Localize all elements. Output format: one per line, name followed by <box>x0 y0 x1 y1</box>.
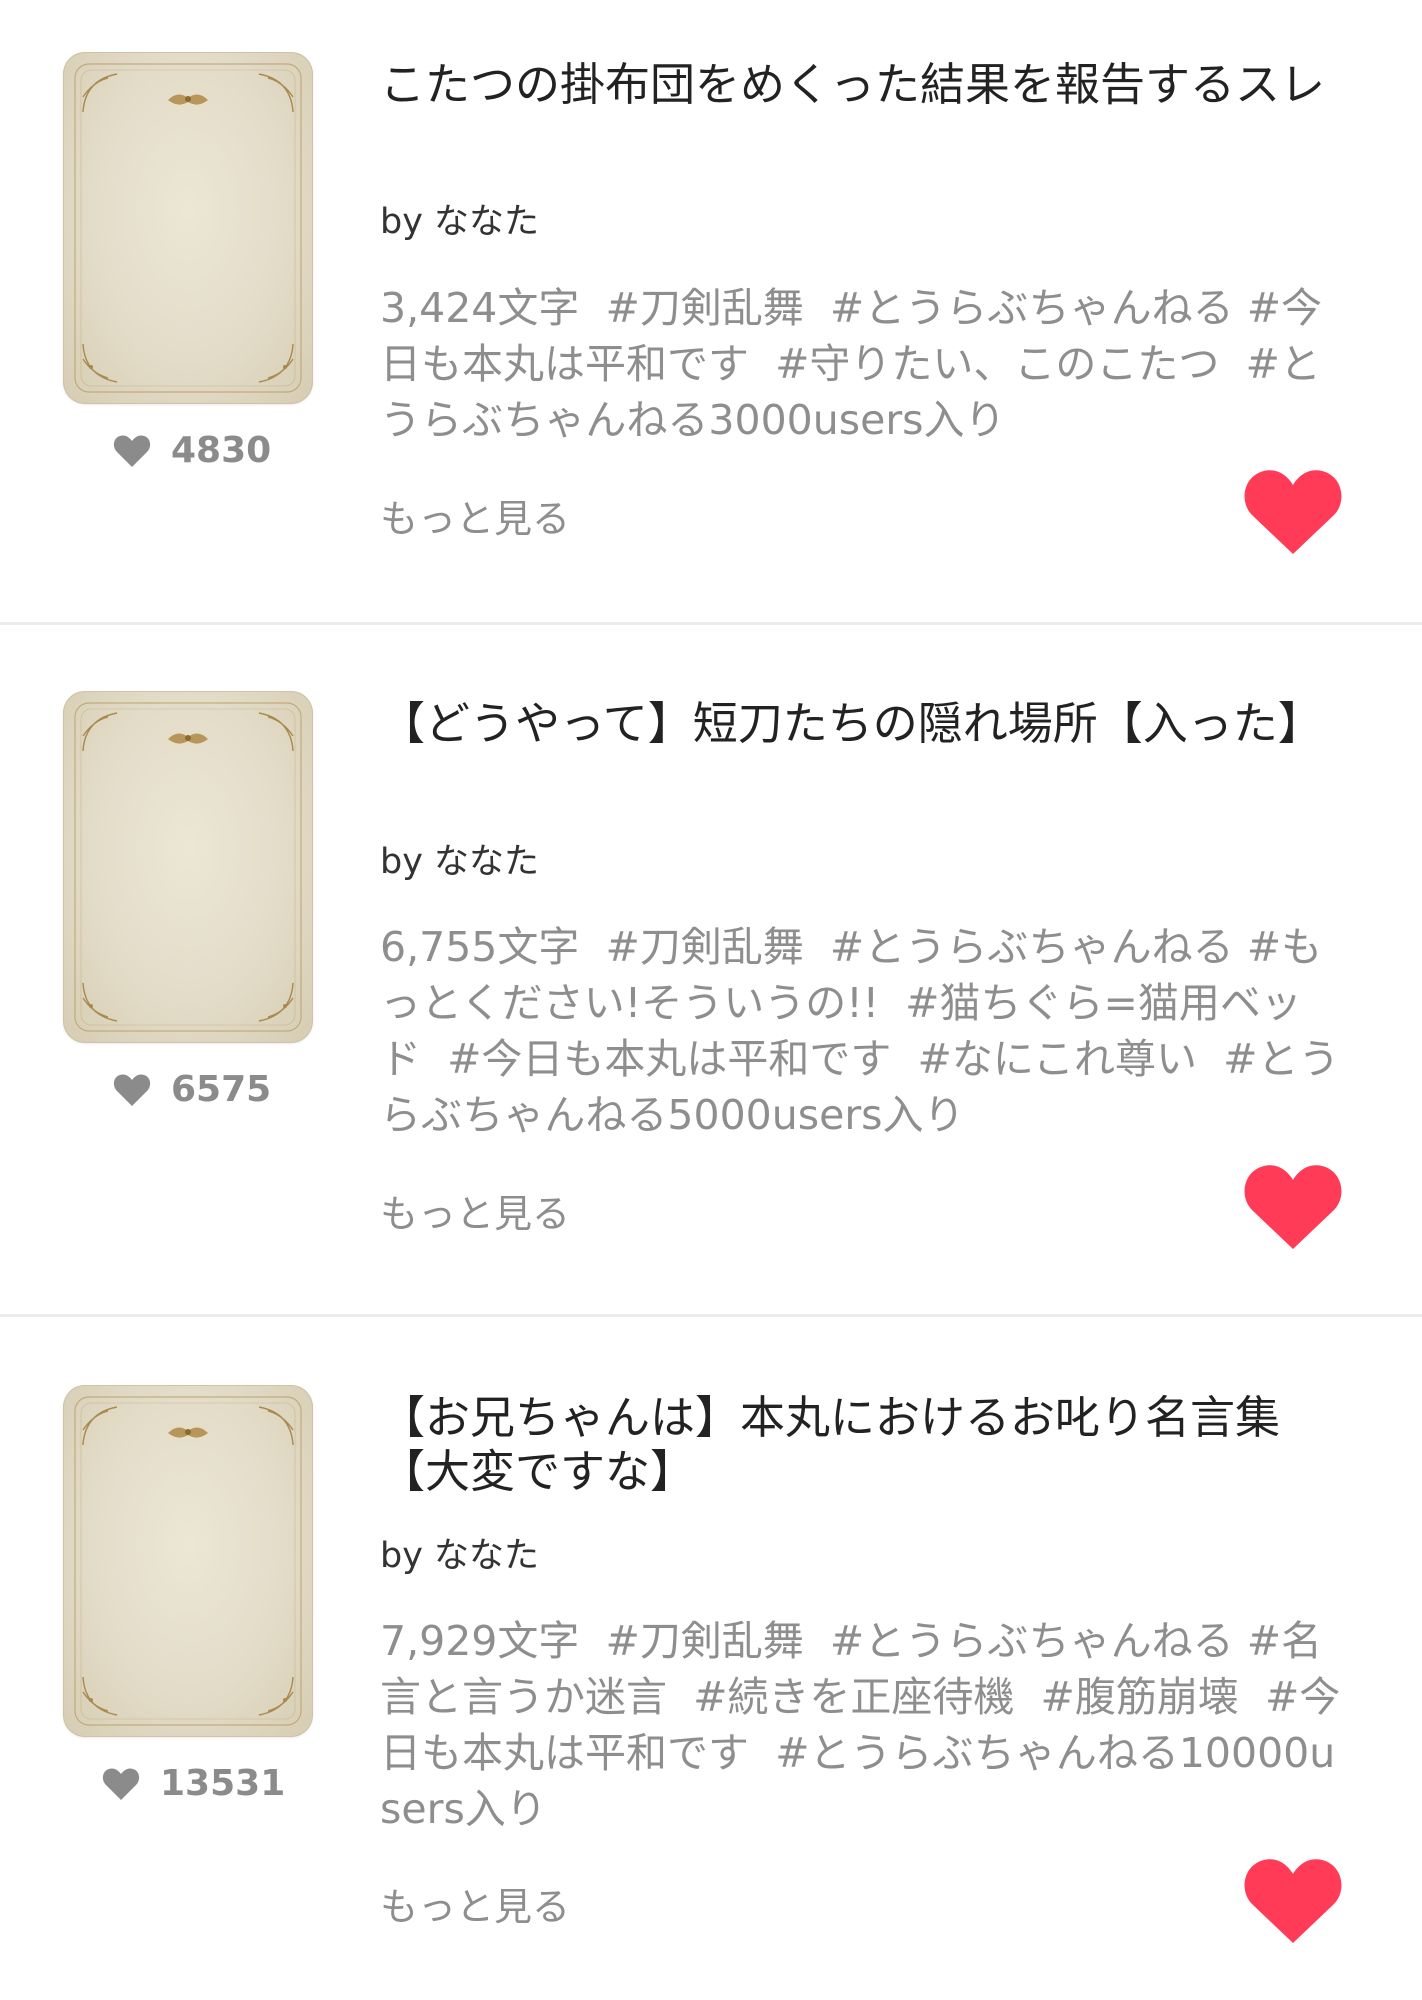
bookmark-heart-button[interactable] <box>1242 468 1344 556</box>
like-count-value: 6575 <box>171 1069 272 1110</box>
heart-icon <box>113 435 151 467</box>
tag-list: 7,929文字 #刀剣乱舞 #とうらぶちゃんねる #名言と言うか迷言 #続きを正… <box>380 1613 1350 1837</box>
author-name[interactable]: by ななた <box>380 833 539 884</box>
like-count-value: 13531 <box>160 1763 286 1804</box>
tag[interactable]: #刀剣乱舞 <box>605 923 803 971</box>
like-count-value: 4830 <box>171 430 272 471</box>
work-card[interactable]: 6575 【どうやって】短刀たちの隠れ場所【入った】 by ななた 6,755文… <box>0 625 1422 1315</box>
author-name[interactable]: by ななた <box>380 193 539 244</box>
char-count: 7,929文字 <box>380 1617 580 1665</box>
work-card[interactable]: 4830 こたつの掛布団をめくった結果を報告するスレ by ななた 3,424文… <box>0 0 1422 624</box>
tag[interactable]: #刀剣乱舞 <box>605 284 803 332</box>
show-more-link[interactable]: もっと見る <box>380 1183 570 1238</box>
bookmark-heart-button[interactable] <box>1242 1857 1344 1945</box>
like-count: 6575 <box>113 1069 271 1110</box>
heart-icon <box>113 1074 151 1106</box>
ornate-frame-icon <box>74 63 302 393</box>
tag[interactable]: #刀剣乱舞 <box>605 1617 803 1665</box>
bookmark-heart-button[interactable] <box>1242 1163 1344 1251</box>
show-more-link[interactable]: もっと見る <box>380 1876 570 1931</box>
heart-icon <box>102 1768 140 1800</box>
cover-image[interactable] <box>63 52 313 404</box>
tag-list: 6,755文字 #刀剣乱舞 #とうらぶちゃんねる #もっとください!そういうの!… <box>380 919 1350 1143</box>
work-title[interactable]: 【どうやって】短刀たちの隠れ場所【入った】 <box>380 697 1340 751</box>
tag[interactable]: #とうらぶちゃんねる <box>830 1617 1234 1665</box>
work-title[interactable]: こたつの掛布団をめくった結果を報告するスレ <box>380 58 1340 112</box>
tag[interactable]: #なにこれ尊い <box>918 1035 1198 1083</box>
char-count: 6,755文字 <box>380 923 580 971</box>
work-card[interactable]: 13531 【お兄ちゃんは】本丸におけるお叱り名言集【大変ですな】 by ななた… <box>0 1317 1422 2000</box>
tag[interactable]: #守りたい、このこたつ <box>775 340 1219 388</box>
like-count: 13531 <box>102 1763 285 1804</box>
tag[interactable]: #今日も本丸は平和です <box>447 1035 891 1083</box>
like-count: 4830 <box>113 430 271 471</box>
tag[interactable]: #腹筋崩壊 <box>1041 1673 1239 1721</box>
tag[interactable]: #続きを正座待機 <box>693 1673 1014 1721</box>
tag-list: 3,424文字 #刀剣乱舞 #とうらぶちゃんねる #今日も本丸は平和です #守り… <box>380 280 1350 448</box>
tag[interactable]: #とうらぶちゃんねる <box>830 284 1234 332</box>
ornate-frame-icon <box>74 1396 302 1726</box>
author-name[interactable]: by ななた <box>380 1527 539 1578</box>
cover-image[interactable] <box>63 1385 313 1737</box>
ornate-frame-icon <box>74 702 302 1032</box>
char-count: 3,424文字 <box>380 284 580 332</box>
tag[interactable]: #とうらぶちゃんねる <box>830 923 1234 971</box>
work-title[interactable]: 【お兄ちゃんは】本丸におけるお叱り名言集【大変ですな】 <box>380 1391 1340 1499</box>
show-more-link[interactable]: もっと見る <box>380 488 570 543</box>
cover-image[interactable] <box>63 691 313 1043</box>
